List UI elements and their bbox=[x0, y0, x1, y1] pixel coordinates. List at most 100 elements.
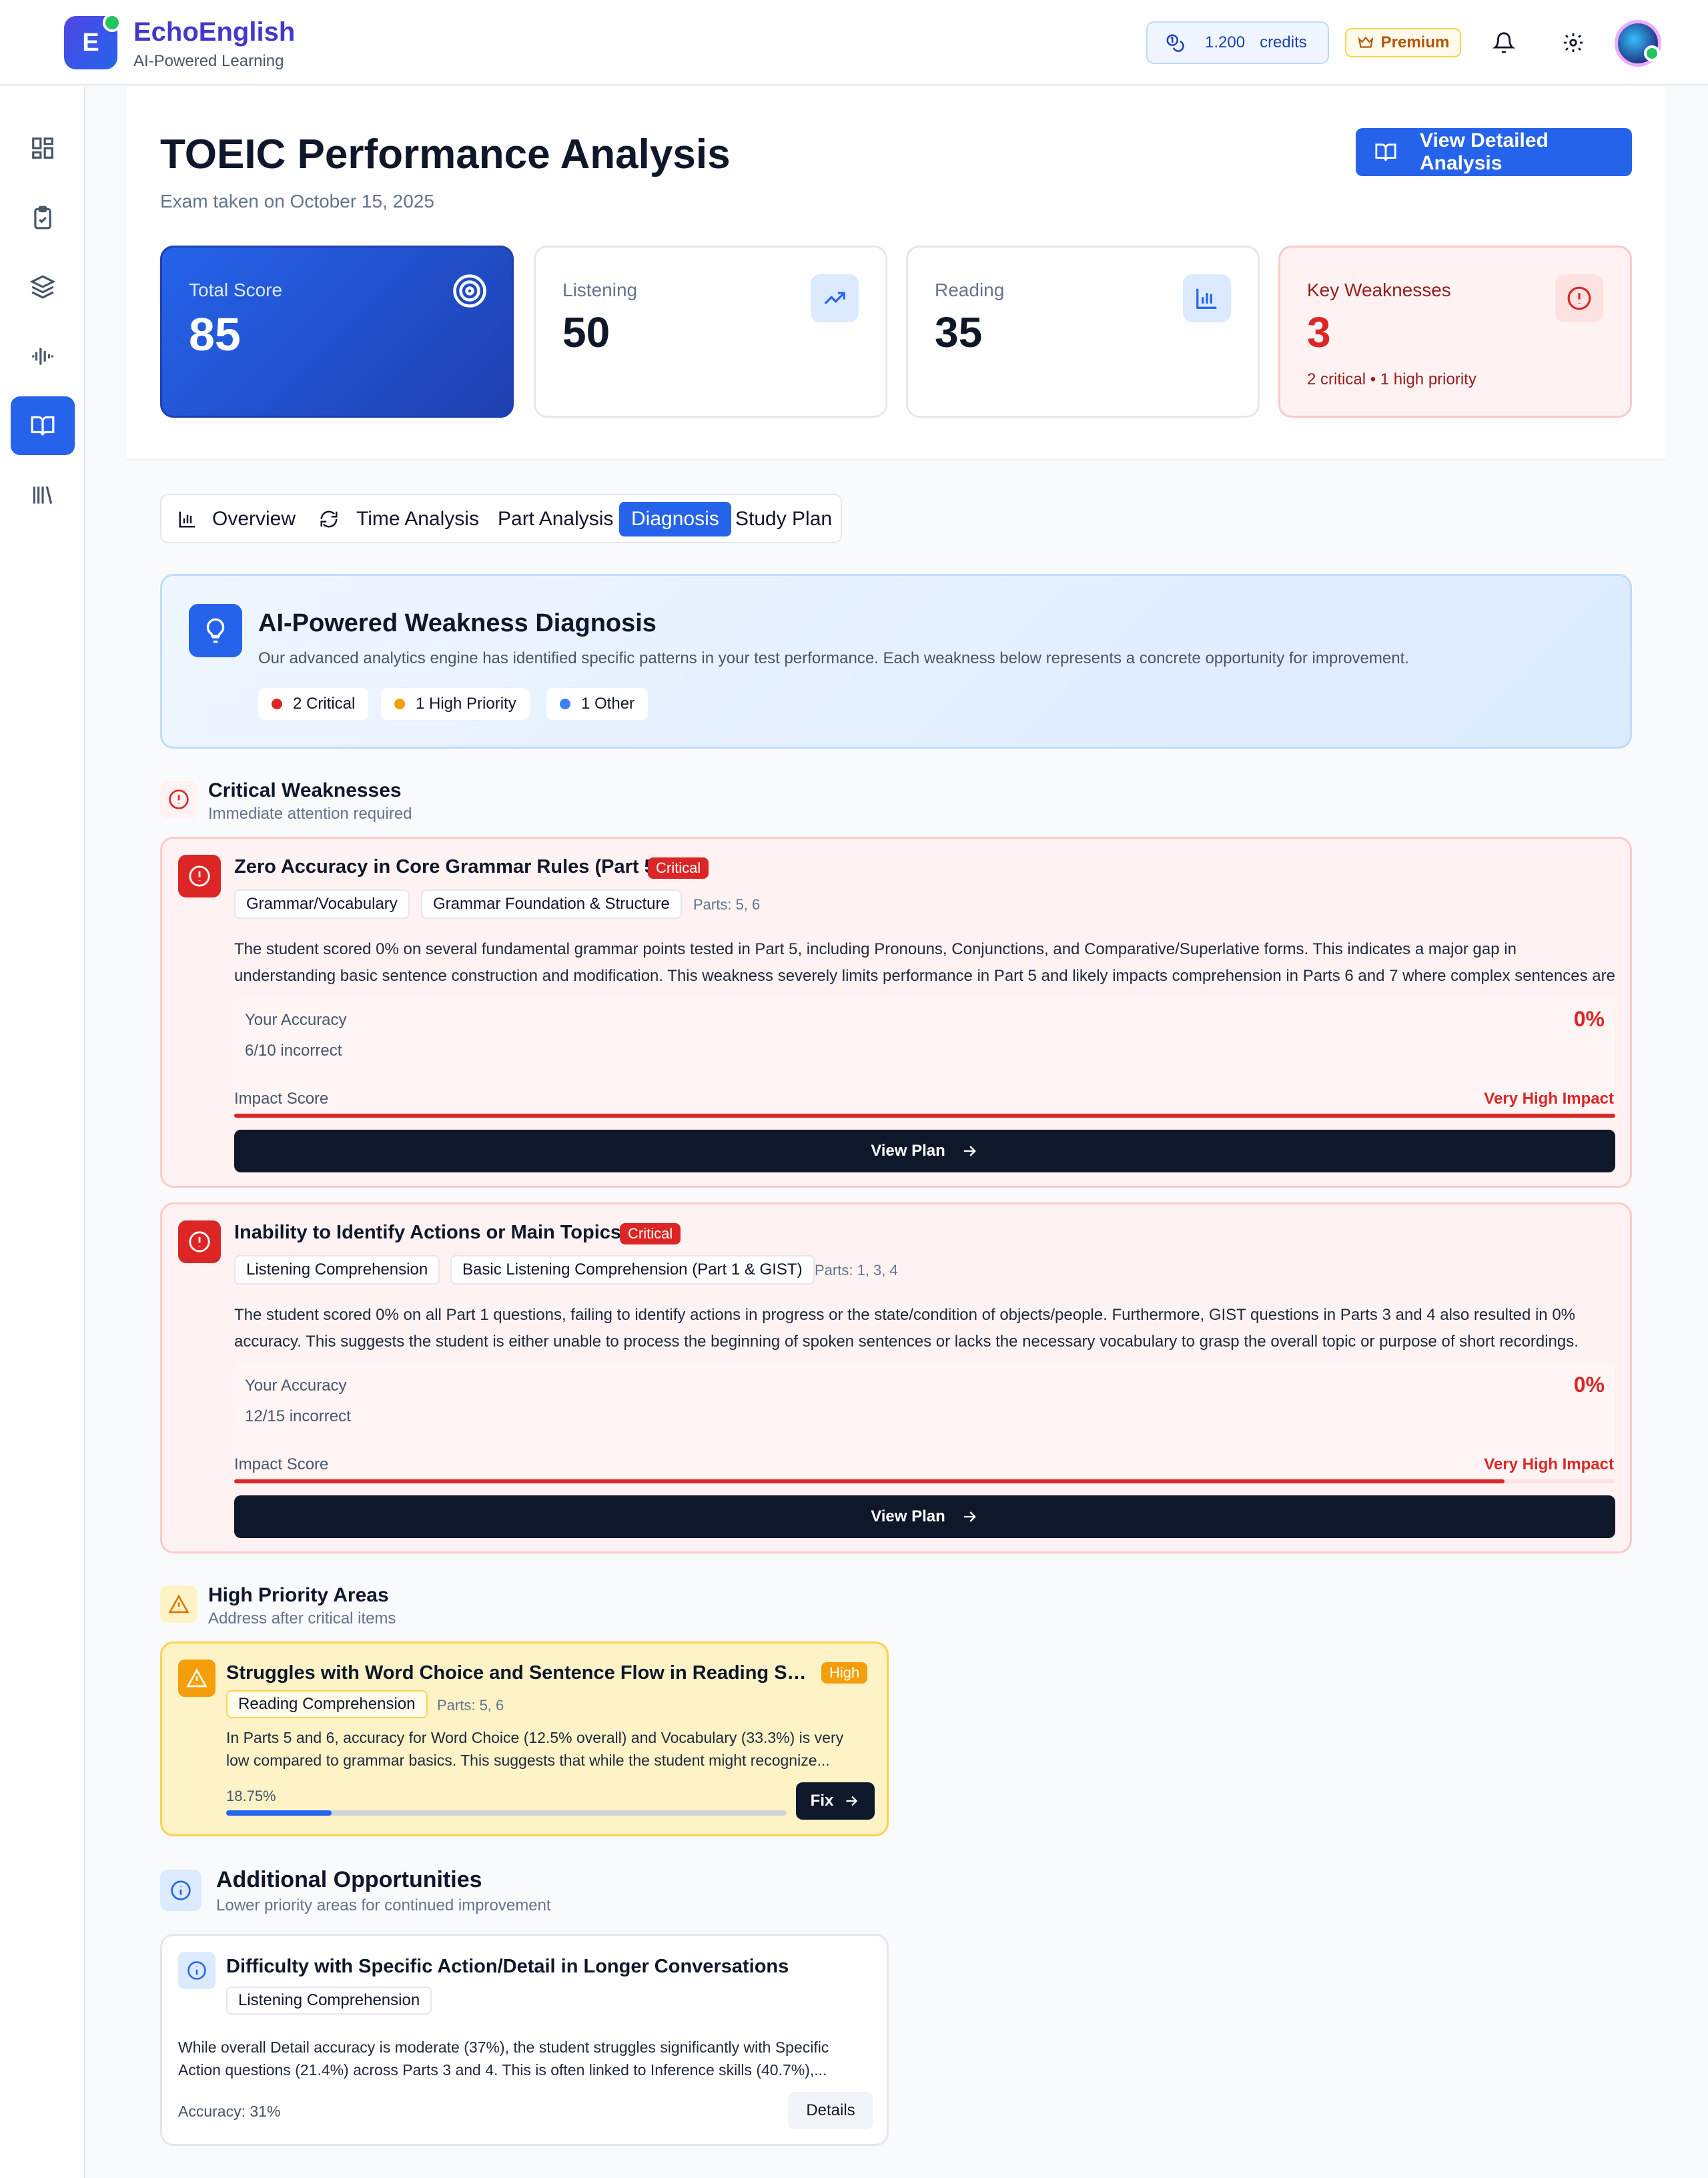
accuracy-box: Your Accuracy 12/15 incorrect 0% bbox=[234, 1362, 1615, 1475]
critical-badge: Critical bbox=[620, 1223, 681, 1244]
high-priority-title: Struggles with Word Choice and Sentence … bbox=[226, 1662, 813, 1684]
additional-section-title: Additional Opportunities bbox=[216, 1867, 482, 1892]
tab-part-analysis[interactable]: Part Analysis bbox=[498, 502, 613, 536]
credits-badge[interactable]: 1.200 credits bbox=[1146, 21, 1329, 64]
impact-bar-fill bbox=[234, 1479, 1505, 1483]
details-button[interactable]: Details bbox=[788, 2092, 873, 2129]
info-icon bbox=[178, 1952, 216, 1989]
other-count-label: 1 Other bbox=[581, 695, 635, 713]
weakness-description: The student scored 0% on all Part 1 ques… bbox=[234, 1306, 1579, 1351]
gear-icon[interactable] bbox=[1557, 27, 1589, 59]
total-score-label: Total Score bbox=[189, 280, 283, 300]
online-status-dot bbox=[103, 13, 121, 32]
top-bar: E EchoEnglish AI-Powered Learning 1.200 … bbox=[0, 0, 1708, 85]
progress-bar bbox=[226, 1810, 787, 1816]
listening-label: Listening bbox=[562, 280, 638, 300]
high-priority-dot bbox=[394, 699, 405, 709]
tab-study-plan[interactable]: Study Plan bbox=[735, 502, 832, 536]
bar-chart-icon bbox=[177, 509, 197, 529]
high-priority-section-subtitle: Address after critical items bbox=[208, 1609, 396, 1627]
alert-triangle-icon bbox=[178, 1660, 216, 1697]
impact-bar bbox=[234, 1479, 1615, 1483]
accuracy-label: Your Accuracy bbox=[245, 1011, 347, 1029]
library-icon[interactable] bbox=[11, 466, 75, 524]
tab-part-analysis-label: Part Analysis bbox=[498, 508, 614, 530]
view-detailed-analysis-label: View Detailed Analysis bbox=[1420, 129, 1549, 174]
reading-value: 35 bbox=[935, 308, 983, 356]
accuracy-label: Your Accuracy bbox=[245, 1377, 347, 1395]
weakness-card: Inability to Identify Actions or Main To… bbox=[160, 1202, 1632, 1553]
critical-section-title: Critical Weaknesses bbox=[208, 779, 402, 801]
info-icon bbox=[160, 1870, 201, 1911]
critical-section-subtitle: Immediate attention required bbox=[208, 805, 412, 823]
page-subtitle: Exam taken on October 15, 2025 bbox=[160, 191, 434, 212]
weakness-card: Zero Accuracy in Core Grammar Rules (Par… bbox=[160, 837, 1632, 1188]
credits-label: credits bbox=[1260, 33, 1307, 51]
high-priority-count-label: 1 High Priority bbox=[416, 695, 516, 713]
impact-value: Very High Impact bbox=[1484, 1455, 1614, 1473]
alert-triangle-icon bbox=[160, 1585, 197, 1623]
additional-opportunity-card: Difficulty with Specific Action/Detail i… bbox=[160, 1934, 889, 2146]
audio-waveform-icon[interactable] bbox=[11, 327, 75, 386]
app-name[interactable]: EchoEnglish bbox=[133, 17, 295, 47]
view-plan-button[interactable]: View Plan bbox=[234, 1130, 1615, 1172]
refresh-icon bbox=[319, 509, 339, 529]
high-priority-section-title: High Priority Areas bbox=[208, 1584, 389, 1606]
layers-icon[interactable] bbox=[11, 258, 75, 316]
weakness-title: Inability to Identify Actions or Main To… bbox=[234, 1222, 622, 1243]
view-plan-label: View Plan bbox=[871, 1142, 945, 1160]
impact-bar bbox=[234, 1114, 1615, 1118]
trending-up-icon bbox=[811, 274, 859, 322]
arrow-right-icon bbox=[960, 1507, 979, 1526]
total-score-card: Total Score 85 bbox=[160, 246, 514, 418]
tab-overview[interactable]: Overview bbox=[177, 502, 296, 536]
incorrect-count: 6/10 incorrect bbox=[245, 1042, 342, 1060]
diagnosis-title: AI-Powered Weakness Diagnosis bbox=[258, 609, 657, 637]
listening-score-card: Listening 50 bbox=[534, 246, 887, 418]
parts-label: Parts: 5, 6 bbox=[693, 896, 761, 913]
accuracy-value: 0% bbox=[1573, 1373, 1605, 1397]
avatar-status-dot bbox=[1644, 45, 1660, 61]
view-plan-button[interactable]: View Plan bbox=[234, 1495, 1615, 1538]
incorrect-count: 12/15 incorrect bbox=[245, 1407, 351, 1425]
high-priority-count-chip: 1 High Priority bbox=[381, 688, 530, 720]
tab-time-analysis-label: Time Analysis bbox=[356, 508, 479, 530]
high-priority-description: In Parts 5 and 6, accuracy for Word Choi… bbox=[226, 1729, 844, 1769]
weakness-diagnosis-panel: AI-Powered Weakness Diagnosis Our advanc… bbox=[160, 574, 1632, 749]
book-open-icon[interactable] bbox=[11, 396, 75, 455]
critical-count-chip: 2 Critical bbox=[258, 688, 369, 720]
parts-label: Parts: 5, 6 bbox=[437, 1697, 504, 1714]
premium-badge[interactable]: Premium bbox=[1345, 28, 1461, 57]
other-count-chip: 1 Other bbox=[546, 688, 649, 720]
bell-icon[interactable] bbox=[1488, 27, 1520, 59]
tab-overview-label: Overview bbox=[212, 508, 296, 530]
category-tag: Reading Comprehension bbox=[226, 1690, 428, 1718]
tab-diagnosis-label: Diagnosis bbox=[631, 508, 719, 530]
tab-diagnosis[interactable]: Diagnosis bbox=[619, 502, 731, 536]
opportunity-description: While overall Detail accuracy is moderat… bbox=[178, 2039, 829, 2079]
view-detailed-analysis-button[interactable]: View Detailed Analysis bbox=[1356, 128, 1632, 176]
arrow-right-icon bbox=[960, 1142, 979, 1160]
tab-study-plan-label: Study Plan bbox=[735, 508, 833, 530]
key-weaknesses-card: Key Weaknesses 3 2 critical • 1 high pri… bbox=[1278, 246, 1632, 418]
key-weaknesses-value: 3 bbox=[1307, 308, 1331, 356]
alert-circle-icon bbox=[178, 855, 221, 897]
dashboard-icon[interactable] bbox=[11, 119, 75, 177]
target-icon bbox=[452, 273, 488, 309]
impact-label: Impact Score bbox=[234, 1090, 329, 1108]
critical-count-label: 2 Critical bbox=[293, 695, 356, 713]
clipboard-check-icon[interactable] bbox=[11, 188, 75, 247]
impact-bar-fill bbox=[234, 1114, 1615, 1118]
impact-value: Very High Impact bbox=[1484, 1090, 1614, 1108]
fix-label: Fix bbox=[810, 1792, 834, 1810]
bar-chart-icon bbox=[1183, 274, 1231, 322]
fix-button[interactable]: Fix bbox=[796, 1782, 875, 1820]
credits-value: 1.200 bbox=[1205, 33, 1246, 51]
accuracy-box: Your Accuracy 6/10 incorrect 0% bbox=[234, 996, 1615, 1110]
arrow-right-icon bbox=[843, 1792, 860, 1810]
other-dot bbox=[560, 699, 570, 709]
high-priority-card: Struggles with Word Choice and Sentence … bbox=[160, 1642, 889, 1836]
tab-time-analysis[interactable]: Time Analysis bbox=[319, 502, 479, 536]
logo-letter: E bbox=[82, 28, 99, 57]
key-weaknesses-note: 2 critical • 1 high priority bbox=[1307, 370, 1476, 388]
